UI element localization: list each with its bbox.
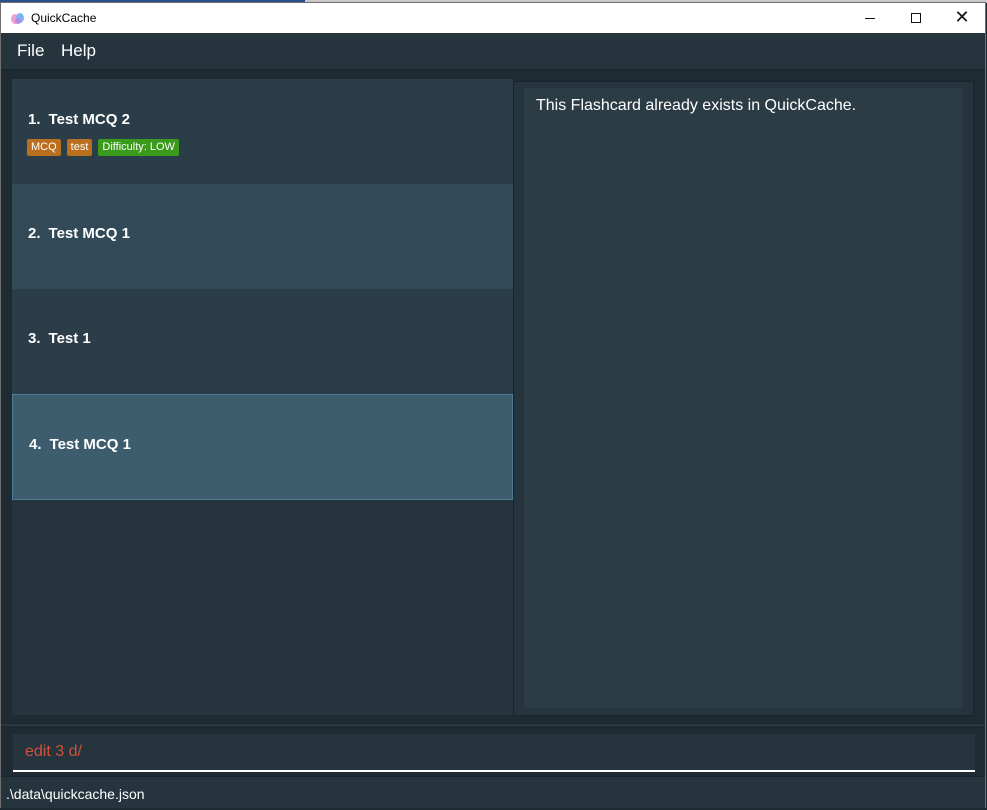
flashcard-title: 2. Test MCQ 1 bbox=[28, 225, 130, 242]
menu-bar: File Help bbox=[1, 33, 985, 70]
close-icon: ✕ bbox=[954, 7, 970, 28]
save-file-path: .\data\quickcache.json bbox=[6, 786, 145, 802]
menu-help[interactable]: Help bbox=[61, 41, 96, 61]
flashcard-title: 3. Test 1 bbox=[28, 330, 91, 347]
command-box bbox=[13, 734, 975, 772]
window-title: QuickCache bbox=[31, 11, 97, 25]
flashcard-title: 1. Test MCQ 2 bbox=[28, 111, 130, 128]
flashcard-index: 3. bbox=[28, 330, 41, 347]
status-bar: .\data\quickcache.json bbox=[1, 776, 985, 808]
flashcard-index: 2. bbox=[28, 225, 41, 242]
flashcard-question: Test MCQ 2 bbox=[48, 111, 130, 128]
menu-file[interactable]: File bbox=[17, 41, 44, 61]
minimize-button[interactable] bbox=[847, 3, 893, 33]
minimize-icon bbox=[865, 17, 875, 19]
title-bar: QuickCache ✕ bbox=[1, 3, 985, 33]
command-input[interactable] bbox=[25, 743, 925, 761]
flashcard-title: 4. Test MCQ 1 bbox=[29, 436, 131, 453]
result-display: This Flashcard already exists in QuickCa… bbox=[513, 81, 974, 716]
tag-badge: test bbox=[66, 139, 93, 156]
flashcard-item[interactable]: 1. Test MCQ 2 MCQ test Difficulty: LOW bbox=[12, 79, 513, 184]
main-content: 1. Test MCQ 2 MCQ test Difficulty: LOW 2.… bbox=[1, 70, 985, 724]
flashcard-question: Test 1 bbox=[48, 330, 91, 347]
flashcard-item-selected[interactable]: 4. Test MCQ 1 bbox=[12, 394, 513, 500]
app-logo-icon bbox=[11, 13, 24, 24]
app-window: QuickCache ✕ File Help 1. Test MCQ 2 MCQ … bbox=[0, 2, 986, 808]
flashcard-index: 1. bbox=[28, 111, 41, 128]
tag-list: MCQ test Difficulty: LOW bbox=[27, 139, 179, 156]
flashcard-list[interactable]: 1. Test MCQ 2 MCQ test Difficulty: LOW 2.… bbox=[12, 79, 513, 715]
flashcard-question: Test MCQ 1 bbox=[49, 436, 131, 453]
flashcard-question: Test MCQ 1 bbox=[48, 225, 130, 242]
maximize-button[interactable] bbox=[893, 3, 939, 33]
command-area bbox=[1, 725, 985, 776]
result-text-area[interactable]: This Flashcard already exists in QuickCa… bbox=[524, 88, 962, 708]
tag-badge: MCQ bbox=[27, 139, 61, 156]
result-message: This Flashcard already exists in QuickCa… bbox=[536, 97, 857, 114]
flashcard-index: 4. bbox=[29, 436, 42, 453]
maximize-icon bbox=[911, 13, 921, 23]
flashcard-item[interactable]: 2. Test MCQ 1 bbox=[12, 184, 513, 289]
flashcard-item[interactable]: 3. Test 1 bbox=[12, 289, 513, 394]
close-button[interactable]: ✕ bbox=[939, 3, 985, 33]
difficulty-badge: Difficulty: LOW bbox=[98, 139, 179, 156]
